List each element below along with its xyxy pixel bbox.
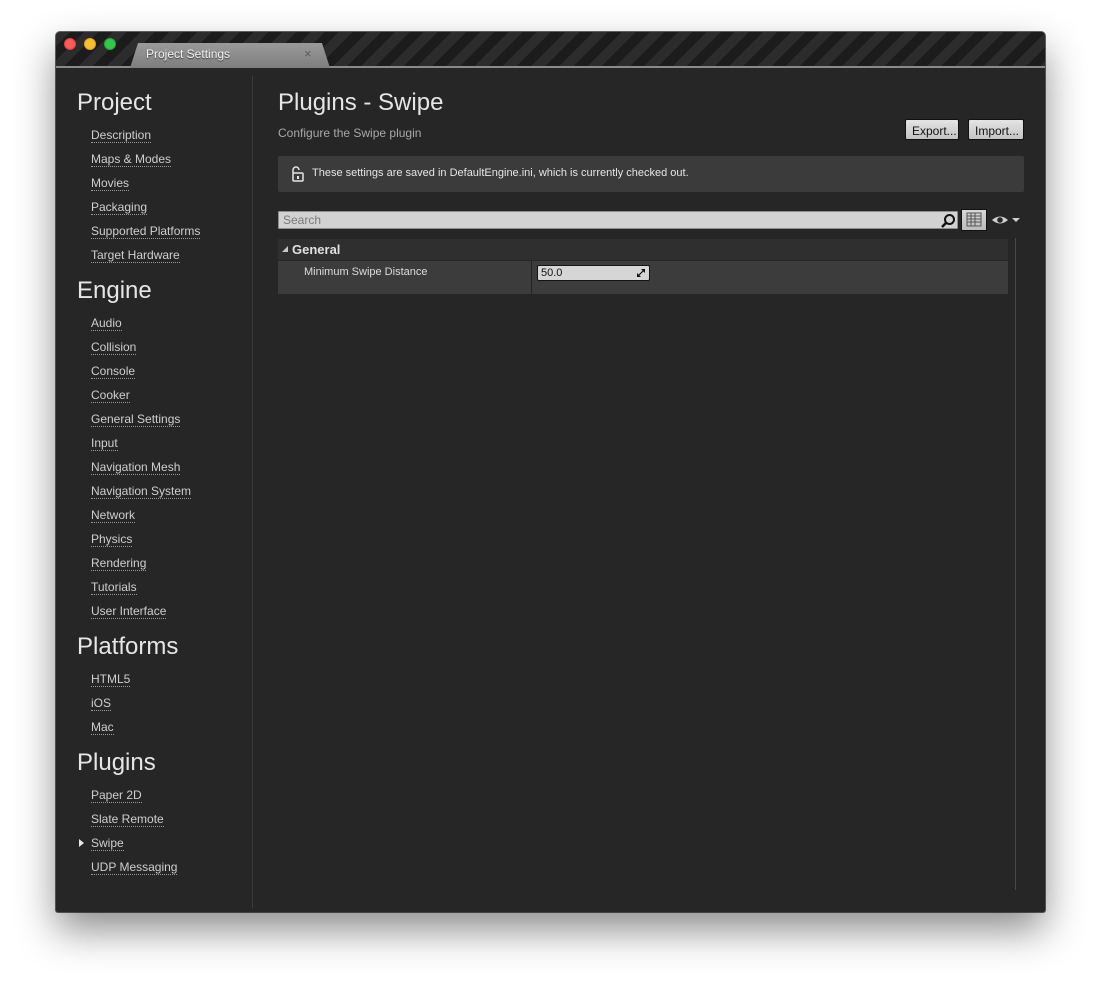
- sidebar-item-description[interactable]: Description: [91, 128, 152, 143]
- settings-main-panel: Plugins - Swipe Configure the Swipe plug…: [278, 76, 1026, 908]
- expand-triangle-icon[interactable]: [282, 246, 288, 252]
- settings-sidebar: Project Description Maps & Modes Movies …: [56, 76, 253, 908]
- sidebar-item-physics[interactable]: Physics: [91, 532, 133, 547]
- sidebar-item-supported-platforms[interactable]: Supported Platforms: [91, 224, 201, 239]
- sidebar-item-ios[interactable]: iOS: [91, 696, 112, 711]
- sidebar-item-udp-messaging[interactable]: UDP Messaging: [91, 860, 178, 875]
- section-title-engine: Engine: [77, 277, 152, 304]
- details-panel: General Minimum Swipe Distance 50.0: [278, 239, 1008, 294]
- page-subtitle: Configure the Swipe plugin: [278, 126, 422, 140]
- search-input[interactable]: [279, 212, 929, 228]
- section-title-platforms: Platforms: [77, 633, 179, 660]
- export-button[interactable]: Export...: [905, 119, 959, 140]
- sidebar-item-cooker[interactable]: Cooker: [91, 388, 130, 403]
- sidebar-item-paper-2d[interactable]: Paper 2D: [91, 788, 142, 803]
- minimize-window-button[interactable]: [84, 38, 96, 50]
- sidebar-item-html5[interactable]: HTML5: [91, 672, 131, 687]
- sidebar-item-console[interactable]: Console: [91, 364, 136, 379]
- sidebar-item-movies[interactable]: Movies: [91, 176, 130, 191]
- details-panel-scrollbar[interactable]: [1015, 238, 1016, 890]
- notice-text: These settings are saved in DefaultEngin…: [312, 167, 689, 179]
- unlocked-padlock-icon: [292, 166, 304, 182]
- tab-close-icon[interactable]: ×: [304, 46, 312, 61]
- sidebar-item-mac[interactable]: Mac: [91, 720, 114, 735]
- sidebar-item-rendering[interactable]: Rendering: [91, 556, 147, 571]
- field-value: 50.0: [541, 267, 563, 279]
- import-button[interactable]: Import...: [968, 119, 1024, 140]
- search-icon[interactable]: [940, 213, 956, 229]
- category-label: General: [292, 242, 341, 257]
- tab-label: Project Settings: [146, 47, 231, 61]
- sidebar-item-tutorials[interactable]: Tutorials: [91, 580, 137, 595]
- resize-drag-icon[interactable]: [636, 268, 646, 278]
- sidebar-item-network[interactable]: Network: [91, 508, 136, 523]
- grid-list-icon: [966, 212, 982, 227]
- section-title-project: Project: [77, 89, 152, 116]
- sidebar-item-navigation-mesh[interactable]: Navigation Mesh: [91, 460, 181, 475]
- sidebar-item-navigation-system[interactable]: Navigation System: [91, 484, 192, 499]
- minimum-swipe-distance-field[interactable]: 50.0: [537, 265, 650, 281]
- view-options-button[interactable]: [961, 209, 987, 231]
- page-title: Plugins - Swipe: [278, 89, 444, 116]
- search-box[interactable]: [278, 211, 958, 229]
- section-title-plugins: Plugins: [77, 749, 156, 776]
- title-bar: Project Settings ×: [56, 32, 1045, 68]
- sidebar-item-user-interface[interactable]: User Interface: [91, 604, 167, 619]
- selected-arrow-icon: [79, 839, 84, 847]
- sidebar-item-audio[interactable]: Audio: [91, 316, 122, 331]
- sidebar-item-input[interactable]: Input: [91, 436, 118, 451]
- sidebar-item-collision[interactable]: Collision: [91, 340, 137, 355]
- property-name: Minimum Swipe Distance: [304, 266, 428, 278]
- close-window-button[interactable]: [64, 38, 76, 50]
- sidebar-item-swipe[interactable]: Swipe: [91, 836, 124, 851]
- property-row-minimum-swipe-distance: Minimum Swipe Distance 50.0: [278, 261, 1008, 294]
- sidebar-item-general-settings[interactable]: General Settings: [91, 412, 181, 427]
- config-notice-banner: These settings are saved in DefaultEngin…: [278, 156, 1024, 192]
- sidebar-item-slate-remote[interactable]: Slate Remote: [91, 812, 164, 827]
- column-divider[interactable]: [531, 261, 532, 294]
- sidebar-item-maps-modes[interactable]: Maps & Modes: [91, 152, 172, 167]
- category-general[interactable]: General: [278, 239, 1008, 260]
- eye-visibility-dropdown-icon[interactable]: [991, 213, 1021, 227]
- project-settings-window: Project Settings × Project Description M…: [56, 32, 1045, 912]
- sidebar-item-target-hardware[interactable]: Target Hardware: [91, 248, 180, 263]
- maximize-window-button[interactable]: [104, 38, 116, 50]
- sidebar-item-packaging[interactable]: Packaging: [91, 200, 148, 215]
- tab-project-settings[interactable]: Project Settings ×: [130, 43, 330, 68]
